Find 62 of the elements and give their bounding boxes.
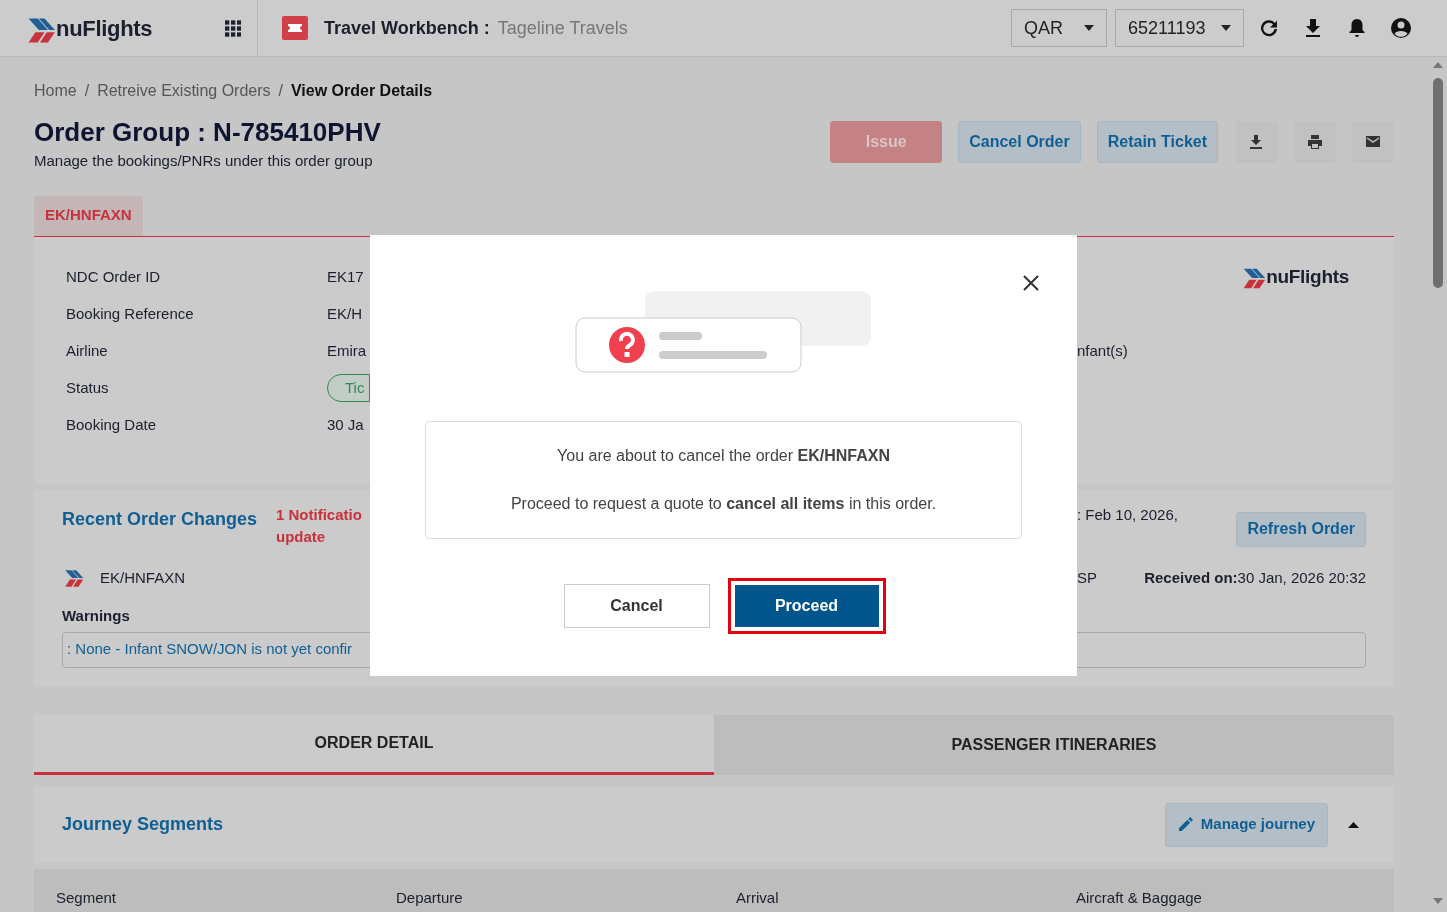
breadcrumb-link[interactable]: Home — [34, 79, 77, 103]
caret-icon — [1221, 25, 1231, 31]
page-subtitle: Manage the bookings/PNRs under this order group — [34, 151, 374, 172]
account-select[interactable]: 65211193 — [1115, 9, 1244, 47]
page-title: Travel Workbench : — [324, 16, 490, 40]
passenger-count: nfant(s) — [1077, 340, 1128, 361]
field-label: Airline — [66, 340, 109, 361]
close-icon — [1023, 275, 1039, 291]
breadcrumb-separator: / — [278, 81, 283, 101]
caret-icon — [1084, 25, 1094, 31]
confirmation-message: You are about to cancel the order EK/HNFAXN — [556, 446, 891, 466]
breadcrumb-link[interactable]: Retreive Existing Orders — [97, 79, 271, 103]
logo-text: nuFlights — [56, 14, 153, 43]
collapse-button[interactable] — [1348, 821, 1359, 828]
manage-journey-button[interactable]: Manage journey — [1164, 802, 1328, 847]
dialog-button[interactable]: Proceed — [727, 578, 886, 634]
user-icon[interactable] — [1390, 17, 1412, 39]
section-title: Journey Segments — [62, 813, 224, 837]
field-value: EK17 — [327, 266, 364, 287]
refresh-order-button[interactable]: Refresh Order — [1236, 511, 1366, 547]
column-header: Departure — [396, 887, 464, 908]
booking-tab[interactable]: EK/HNFAXN — [34, 195, 143, 236]
booking-reference: EK/HNFAXN — [100, 567, 186, 588]
update-date: : Feb 10, 2026, — [1077, 505, 1178, 523]
field-value: 30 Ja — [327, 414, 364, 435]
download-icon[interactable] — [1249, 134, 1265, 150]
status-text: SP — [1077, 567, 1098, 588]
column-header: Aircraft & Baggage — [1076, 887, 1203, 908]
app-grid-icon[interactable] — [224, 18, 241, 38]
close-button[interactable] — [1023, 275, 1039, 291]
agency-name: Tageline Travels — [497, 16, 628, 40]
received-on: Received on:30 Jan, 2026 20:32 — [1144, 567, 1366, 588]
field-label: Booking Date — [66, 414, 158, 435]
detail-tab[interactable]: ORDER DETAIL — [34, 714, 714, 775]
column-header: Segment — [56, 887, 118, 908]
warnings-title: Warnings — [62, 606, 130, 627]
confirmation-detail: Proceed to request a quote to cancel all items in this order. — [509, 494, 938, 514]
caret-up-icon — [1348, 821, 1359, 828]
mail-icon[interactable] — [1365, 134, 1381, 150]
refresh-icon[interactable] — [1258, 17, 1280, 39]
section-title: Recent Order Changes — [62, 507, 259, 531]
status-badge: Tic — [327, 373, 370, 403]
currency-select[interactable]: QAR — [1011, 9, 1107, 47]
breadcrumb-current: View Order Details — [291, 81, 433, 101]
pencil-icon — [1177, 817, 1193, 833]
action-button[interactable]: Cancel Order — [958, 121, 1081, 163]
detail-tab[interactable]: PASSENGER ITINERARIES — [714, 714, 1394, 775]
logo-text: nuFlights — [1266, 264, 1349, 289]
field-value: EK/H — [327, 303, 362, 324]
column-header: Arrival — [736, 887, 780, 908]
order-group-title: Order Group : N-785410PHV — [34, 117, 381, 149]
field-value: Emira — [327, 340, 367, 361]
action-button[interactable]: Retain Ticket — [1096, 121, 1218, 163]
notification-text: update — [276, 527, 326, 548]
breadcrumb-separator: / — [84, 81, 90, 101]
ticket-icon — [282, 16, 308, 40]
printer-icon[interactable] — [1307, 134, 1323, 150]
field-label: Status — [66, 377, 110, 398]
field-label: Booking Reference — [66, 303, 195, 324]
notification-text: 1 Notificatio — [276, 504, 362, 525]
dialog-button[interactable]: Cancel — [563, 584, 710, 628]
field-label: NDC Order ID — [66, 266, 162, 287]
